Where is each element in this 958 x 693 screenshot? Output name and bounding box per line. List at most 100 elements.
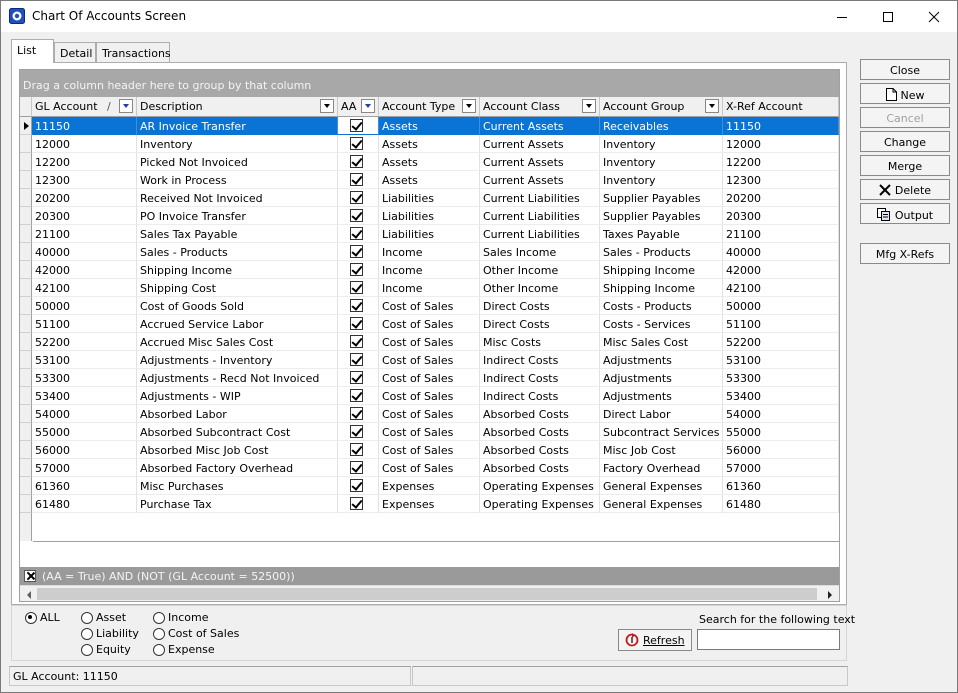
cell-account-type[interactable]: Liabilities xyxy=(379,207,480,225)
cell-account-group[interactable]: Subcontract Services xyxy=(600,423,723,441)
cell-aa[interactable] xyxy=(338,135,379,153)
aa-checkbox[interactable] xyxy=(350,371,363,384)
row-indicator[interactable] xyxy=(20,207,32,225)
cell-account-group[interactable]: Adjustments xyxy=(600,387,723,405)
cell-xref-account[interactable]: 21100 xyxy=(723,225,839,243)
table-row[interactable]: 54000 Absorbed Labor Cost of Sales Absorbed… xyxy=(20,405,839,423)
radio-income[interactable]: Income xyxy=(151,611,208,625)
table-row[interactable]: 52200 Accrued Misc Sales Cost Cost of Sale… xyxy=(20,333,839,351)
row-indicator[interactable] xyxy=(20,441,32,459)
cell-aa[interactable] xyxy=(338,369,379,387)
row-indicator[interactable] xyxy=(20,135,32,153)
cell-account-group[interactable]: Direct Labor xyxy=(600,405,723,423)
cancel-button[interactable]: Cancel xyxy=(860,107,950,128)
search-input[interactable] xyxy=(697,629,840,650)
cell-xref-account[interactable]: 57000 xyxy=(723,459,839,477)
cell-account-group[interactable]: Taxes Payable xyxy=(600,225,723,243)
cell-description[interactable]: Picked Not Invoiced xyxy=(137,153,338,171)
cell-gl-account[interactable]: 50000 xyxy=(32,297,137,315)
cell-account-type[interactable]: Cost of Sales xyxy=(379,369,480,387)
table-row[interactable]: 61480 Purchase Tax Expenses Operating Expen… xyxy=(20,495,839,513)
cell-description[interactable]: Sales Tax Payable xyxy=(137,225,338,243)
scroll-left-icon[interactable] xyxy=(20,587,37,601)
table-row[interactable]: 40000 Sales - Products Income Sales Income S… xyxy=(20,243,839,261)
cell-aa[interactable] xyxy=(338,333,379,351)
cell-description[interactable]: Inventory xyxy=(137,135,338,153)
radio-liability[interactable]: Liability xyxy=(79,627,139,641)
cell-account-class[interactable]: Current Assets xyxy=(480,153,600,171)
row-indicator[interactable] xyxy=(20,225,32,243)
cell-description[interactable]: Adjustments - Inventory xyxy=(137,351,338,369)
filter-dropdown-icon[interactable] xyxy=(361,99,375,113)
cell-account-type[interactable]: Cost of Sales xyxy=(379,387,480,405)
cell-account-group[interactable]: Shipping Income xyxy=(600,279,723,297)
row-indicator[interactable] xyxy=(20,405,32,423)
cell-account-class[interactable]: Current Assets xyxy=(480,171,600,189)
table-row[interactable]: 12300 Work in Process Assets Current Assets… xyxy=(20,171,839,189)
cell-gl-account[interactable]: 12300 xyxy=(32,171,137,189)
cell-description[interactable]: Adjustments - WIP xyxy=(137,387,338,405)
aa-checkbox[interactable] xyxy=(350,209,363,222)
cell-aa[interactable] xyxy=(338,207,379,225)
cell-xref-account[interactable]: 42000 xyxy=(723,261,839,279)
cell-account-type[interactable]: Expenses xyxy=(379,495,480,513)
cell-xref-account[interactable]: 11150 xyxy=(723,117,839,135)
row-indicator[interactable] xyxy=(20,189,32,207)
cell-description[interactable]: Absorbed Factory Overhead xyxy=(137,459,338,477)
maximize-button[interactable] xyxy=(865,1,911,32)
aa-checkbox[interactable] xyxy=(350,173,363,186)
header-gl-account[interactable]: GL Account / xyxy=(32,97,137,117)
filter-dropdown-icon[interactable] xyxy=(462,99,476,113)
aa-checkbox[interactable] xyxy=(350,317,363,330)
cell-account-class[interactable]: Other Income xyxy=(480,279,600,297)
cell-account-class[interactable]: Current Assets xyxy=(480,117,600,135)
cell-xref-account[interactable]: 53400 xyxy=(723,387,839,405)
horizontal-scrollbar[interactable] xyxy=(20,585,839,601)
cell-account-class[interactable]: Sales Income xyxy=(480,243,600,261)
cell-account-group[interactable]: Supplier Payables xyxy=(600,189,723,207)
cell-account-class[interactable]: Current Assets xyxy=(480,135,600,153)
table-row[interactable]: 55000 Absorbed Subcontract Cost Cost of Sa… xyxy=(20,423,839,441)
header-description[interactable]: Description xyxy=(137,97,338,117)
radio-all[interactable]: ALL xyxy=(23,611,60,625)
cell-xref-account[interactable]: 56000 xyxy=(723,441,839,459)
cell-aa[interactable] xyxy=(338,477,379,495)
cell-gl-account[interactable]: 55000 xyxy=(32,423,137,441)
cell-account-type[interactable]: Expenses xyxy=(379,477,480,495)
cell-gl-account[interactable]: 61360 xyxy=(32,477,137,495)
cell-aa[interactable] xyxy=(338,405,379,423)
table-row[interactable]: 12000 Inventory Assets Current Assets Invent… xyxy=(20,135,839,153)
cell-gl-account[interactable]: 53400 xyxy=(32,387,137,405)
aa-checkbox[interactable] xyxy=(350,497,363,510)
cell-xref-account[interactable]: 53300 xyxy=(723,369,839,387)
cell-account-class[interactable]: Other Income xyxy=(480,261,600,279)
row-indicator[interactable] xyxy=(20,423,32,441)
row-indicator[interactable] xyxy=(20,387,32,405)
cell-description[interactable]: Absorbed Misc Job Cost xyxy=(137,441,338,459)
cell-account-class[interactable]: Misc Costs xyxy=(480,333,600,351)
cell-account-type[interactable]: Assets xyxy=(379,135,480,153)
cell-gl-account[interactable]: 52200 xyxy=(32,333,137,351)
cell-description[interactable]: Shipping Cost xyxy=(137,279,338,297)
cell-gl-account[interactable]: 12000 xyxy=(32,135,137,153)
cell-account-class[interactable]: Indirect Costs xyxy=(480,351,600,369)
cell-gl-account[interactable]: 56000 xyxy=(32,441,137,459)
cell-aa[interactable] xyxy=(338,459,379,477)
cell-account-group[interactable]: Misc Sales Cost xyxy=(600,333,723,351)
cell-xref-account[interactable]: 54000 xyxy=(723,405,839,423)
cell-description[interactable]: Absorbed Subcontract Cost xyxy=(137,423,338,441)
cell-xref-account[interactable]: 12300 xyxy=(723,171,839,189)
cell-account-class[interactable]: Current Liabilities xyxy=(480,225,600,243)
cell-account-class[interactable]: Indirect Costs xyxy=(480,369,600,387)
cell-xref-account[interactable]: 50000 xyxy=(723,297,839,315)
cell-xref-account[interactable]: 55000 xyxy=(723,423,839,441)
aa-checkbox[interactable] xyxy=(350,263,363,276)
radio-equity[interactable]: Equity xyxy=(79,643,131,657)
cell-gl-account[interactable]: 11150 xyxy=(32,117,137,135)
cell-description[interactable]: Received Not Invoiced xyxy=(137,189,338,207)
cell-account-type[interactable]: Cost of Sales xyxy=(379,315,480,333)
cell-xref-account[interactable]: 42100 xyxy=(723,279,839,297)
close-button[interactable]: Close xyxy=(860,59,950,80)
cell-account-type[interactable]: Assets xyxy=(379,171,480,189)
cell-account-class[interactable]: Absorbed Costs xyxy=(480,459,600,477)
